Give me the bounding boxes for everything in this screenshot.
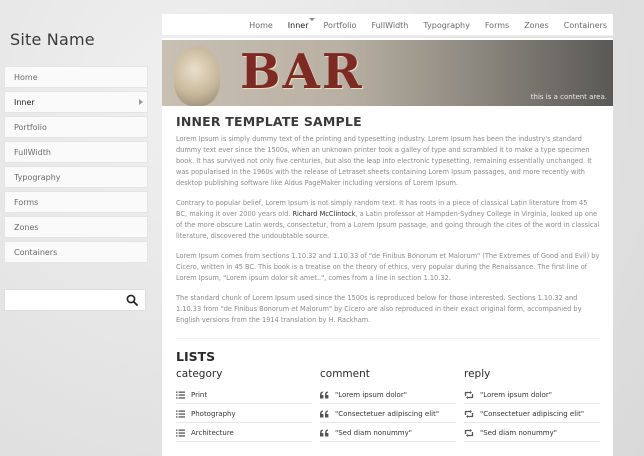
list-item-label: "Consectetuer adipiscing elit" xyxy=(335,409,440,418)
topnav-typography[interactable]: Typography xyxy=(423,21,470,30)
sidebar-item-zones[interactable]: Zones xyxy=(4,216,148,238)
list-item[interactable]: Photography xyxy=(176,405,312,423)
retweet-icon xyxy=(464,409,474,418)
chevron-right-icon xyxy=(139,99,143,105)
list-item[interactable]: Print xyxy=(176,386,312,404)
retweet-icon xyxy=(464,428,474,437)
list-item[interactable]: "Lorem ipsum dolor" xyxy=(464,386,600,404)
paragraph-4: The standard chunk of Lorem Ipsum used s… xyxy=(176,294,582,324)
lists-columns: category Print Photography Architecture … xyxy=(176,368,600,443)
topnav-fullwidth[interactable]: FullWidth xyxy=(371,21,408,30)
list-category: category Print Photography Architecture xyxy=(176,368,312,443)
main-text: INNER TEMPLATE SAMPLE Lorem Ipsum is sim… xyxy=(176,114,600,443)
topnav-containers[interactable]: Containers xyxy=(564,21,607,30)
sidebar-item-forms[interactable]: Forms xyxy=(4,191,148,213)
list-icon xyxy=(176,410,185,418)
list-item[interactable]: "Consectetuer adipiscing elit" xyxy=(464,405,600,423)
list-item-label: "Lorem ipsum dolor" xyxy=(335,390,407,399)
chevron-down-icon xyxy=(308,17,315,21)
sidebar-item-typography[interactable]: Typography xyxy=(4,166,148,188)
topnav-zones[interactable]: Zones xyxy=(524,21,549,30)
list-icon xyxy=(176,429,185,437)
sidebar-item-portfolio[interactable]: Portfolio xyxy=(4,116,148,138)
list-item-label: "Lorem ipsum dolor" xyxy=(480,390,552,399)
quote-icon xyxy=(320,410,329,417)
content-area: BAR this is a content area. INNER TEMPLA… xyxy=(162,38,613,456)
list-icon xyxy=(176,391,185,399)
list-heading-comment: comment xyxy=(320,368,370,380)
sidebar-item-fullwidth[interactable]: FullWidth xyxy=(4,141,148,163)
topnav-home[interactable]: Home xyxy=(249,21,273,30)
paragraph-3: Lorem Ipsum comes from sections 1.10.32 … xyxy=(176,252,600,282)
list-item-label: "Sed diam nonummy" xyxy=(335,428,412,437)
search-box xyxy=(4,289,146,313)
richard-mcclintock-link[interactable]: Richard McClintock xyxy=(292,210,355,218)
sidebar-item-label: Inner xyxy=(14,98,35,107)
sidebar-item-containers[interactable]: Containers xyxy=(4,241,148,263)
list-item-label: Architecture xyxy=(191,428,234,437)
list-heading-category: category xyxy=(176,368,223,380)
list-heading-reply: reply xyxy=(464,368,491,380)
search-icon[interactable] xyxy=(126,294,138,306)
list-comment: comment "Lorem ipsum dolor" "Consectetue… xyxy=(320,368,456,443)
list-item[interactable]: "Sed diam nonummy" xyxy=(464,424,600,442)
list-reply: reply "Lorem ipsum dolor" "Consectetuer … xyxy=(464,368,600,443)
top-nav: Home Inner Portfolio FullWidth Typograph… xyxy=(162,14,613,36)
topnav-forms[interactable]: Forms xyxy=(485,21,509,30)
paragraph-1: Lorem Ipsum is simply dummy text of the … xyxy=(176,135,592,187)
list-item[interactable]: Architecture xyxy=(176,424,312,442)
quote-icon xyxy=(320,429,329,436)
list-item-label: "Sed diam nonummy" xyxy=(480,428,557,437)
sidebar-item-inner[interactable]: Inner xyxy=(4,91,148,113)
topnav-inner[interactable]: Inner xyxy=(287,17,315,30)
list-item[interactable]: "Sed diam nonummy" xyxy=(320,424,456,442)
site-name: Site Name xyxy=(10,30,95,49)
quote-icon xyxy=(320,391,329,398)
sidebar-item-home[interactable]: Home xyxy=(4,66,148,88)
banner-caption: this is a content area. xyxy=(530,93,607,101)
list-item-label: Photography xyxy=(191,409,236,418)
topnav-inner-label: Inner xyxy=(287,20,309,30)
page-title: INNER TEMPLATE SAMPLE xyxy=(176,114,362,129)
retweet-icon xyxy=(464,390,474,399)
paragraph-2: Contrary to popular belief, Lorem Ipsum … xyxy=(176,198,600,242)
list-item-label: "Consectetuer adipiscing elit" xyxy=(480,409,585,418)
search-input[interactable] xyxy=(10,292,120,313)
banner-face-figure xyxy=(174,46,220,106)
list-item-label: Print xyxy=(191,390,208,399)
divider xyxy=(176,338,600,339)
lists-title: LISTS xyxy=(176,349,216,364)
banner-text: BAR xyxy=(240,44,364,100)
banner-image: BAR this is a content area. xyxy=(162,40,613,106)
sidebar-nav: Home Inner Portfolio FullWidth Typograph… xyxy=(4,66,148,266)
topnav-portfolio[interactable]: Portfolio xyxy=(324,21,357,30)
list-item[interactable]: "Lorem ipsum dolor" xyxy=(320,386,456,404)
list-item[interactable]: "Consectetuer adipiscing elit" xyxy=(320,405,456,423)
